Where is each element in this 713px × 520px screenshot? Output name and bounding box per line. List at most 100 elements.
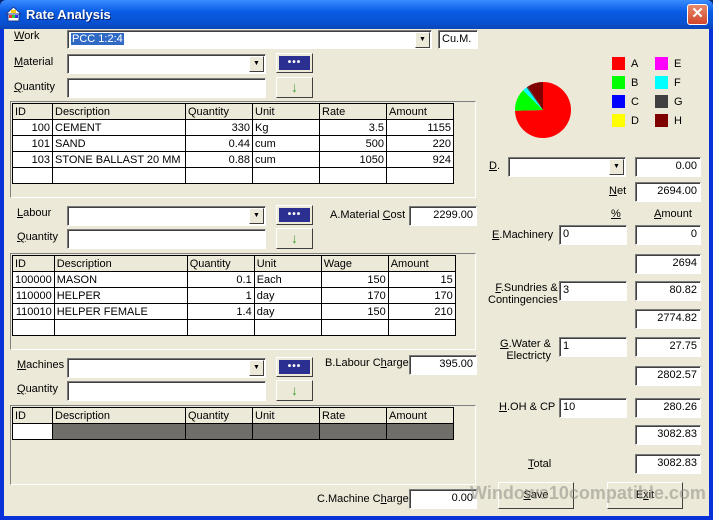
table-row[interactable]: 101 SAND 0.44 cum 500 220 xyxy=(12,135,454,152)
chevron-down-icon[interactable]: ▼ xyxy=(415,32,430,48)
table-cell[interactable]: 100000 xyxy=(12,271,55,288)
table-cell[interactable]: 1.4 xyxy=(186,303,255,320)
column-header[interactable]: Quantity xyxy=(186,255,255,272)
machines-quantity-input[interactable] xyxy=(67,381,266,401)
machinery-percent-input[interactable]: 0 xyxy=(559,225,627,245)
table-cell[interactable]: 1050 xyxy=(319,151,387,168)
table-cell[interactable]: 110000 xyxy=(12,287,55,304)
table-row[interactable]: 103 STONE BALLAST 20 MM 0.88 cum 1050 924 xyxy=(12,151,454,168)
column-header[interactable]: Quantity xyxy=(185,407,253,424)
chevron-down-icon[interactable]: ▼ xyxy=(609,159,624,175)
table-cell[interactable]: 110010 xyxy=(12,303,55,320)
table-cell[interactable]: 500 xyxy=(319,135,387,152)
column-header[interactable]: Description xyxy=(52,407,186,424)
machines-add-button[interactable]: ↓ xyxy=(276,380,313,401)
table-cell[interactable]: 210 xyxy=(387,303,456,320)
labour-browse-button[interactable]: ••• xyxy=(276,205,313,225)
table-cell[interactable] xyxy=(387,319,456,336)
water-percent-input[interactable]: 1 xyxy=(559,337,627,357)
table-cell[interactable]: SAND xyxy=(52,135,186,152)
material-quantity-input[interactable] xyxy=(67,78,266,98)
work-select[interactable]: PCC 1:2:4 ▼ xyxy=(67,30,432,49)
d-select[interactable]: ▼ xyxy=(508,157,626,177)
chevron-down-icon[interactable]: ▼ xyxy=(249,56,264,72)
table-cell[interactable] xyxy=(12,319,55,336)
table-cell[interactable]: 103 xyxy=(12,151,53,168)
table-cell[interactable] xyxy=(185,423,253,440)
table-cell[interactable]: 150 xyxy=(320,303,389,320)
chevron-down-icon[interactable]: ▼ xyxy=(249,208,264,224)
table-row[interactable]: 110010 HELPER FEMALE 1.4 day 150 210 xyxy=(12,303,456,320)
table-cell[interactable] xyxy=(185,167,253,184)
table-cell[interactable] xyxy=(320,319,389,336)
table-cell[interactable] xyxy=(186,319,255,336)
material-add-button[interactable]: ↓ xyxy=(276,77,313,98)
table-cell[interactable]: 1155 xyxy=(386,119,454,136)
labour-add-button[interactable]: ↓ xyxy=(276,228,313,249)
table-cell[interactable] xyxy=(252,423,320,440)
table-cell[interactable]: 100 xyxy=(12,119,53,136)
table-cell[interactable] xyxy=(319,423,387,440)
table-cell[interactable] xyxy=(52,167,186,184)
title-bar[interactable]: Rate Analysis ✕ xyxy=(0,0,713,29)
table-cell[interactable]: 15 xyxy=(387,271,456,288)
table-cell[interactable] xyxy=(252,167,320,184)
chevron-down-icon[interactable]: ▼ xyxy=(249,360,264,376)
table-cell[interactable]: cum xyxy=(252,135,320,152)
table-cell[interactable]: day xyxy=(253,287,322,304)
table-cell[interactable]: 150 xyxy=(320,271,389,288)
material-browse-button[interactable]: ••• xyxy=(276,53,313,73)
table-cell[interactable]: STONE BALLAST 20 MM xyxy=(52,151,186,168)
table-cell[interactable]: 0.1 xyxy=(186,271,255,288)
table-row[interactable]: 100 CEMENT 330 Kg 3.5 1155 xyxy=(12,119,454,136)
table-cell[interactable] xyxy=(12,167,53,184)
table-row[interactable] xyxy=(12,319,456,336)
table-cell[interactable]: CEMENT xyxy=(52,119,186,136)
column-header[interactable]: Unit xyxy=(253,255,322,272)
sundries-percent-input[interactable]: 3 xyxy=(559,281,627,301)
table-cell[interactable]: 170 xyxy=(320,287,389,304)
column-header[interactable]: Quantity xyxy=(185,103,253,120)
table-cell[interactable]: 0.44 xyxy=(185,135,253,152)
material-grid[interactable]: ID Description Quantity Unit Rate Amount 100 CE… xyxy=(10,101,476,198)
overhead-percent-input[interactable]: 10 xyxy=(559,398,627,418)
column-header[interactable]: Unit xyxy=(252,103,320,120)
table-cell[interactable]: HELPER FEMALE xyxy=(53,303,188,320)
column-header[interactable]: ID xyxy=(12,103,53,120)
table-cell[interactable]: cum xyxy=(252,151,320,168)
table-cell[interactable]: Each xyxy=(253,271,322,288)
table-cell[interactable]: 3.5 xyxy=(319,119,387,136)
table-cell[interactable]: HELPER xyxy=(53,287,188,304)
column-header[interactable]: Rate xyxy=(319,103,387,120)
column-header[interactable]: Amount xyxy=(386,407,454,424)
table-cell[interactable] xyxy=(53,319,188,336)
table-cell[interactable] xyxy=(52,423,186,440)
labour-select[interactable]: ▼ xyxy=(67,206,266,226)
table-cell[interactable]: 330 xyxy=(185,119,253,136)
table-row[interactable] xyxy=(12,423,454,440)
column-header[interactable]: Description xyxy=(53,255,188,272)
column-header[interactable]: Wage xyxy=(320,255,389,272)
labour-grid[interactable]: ID Description Quantity Unit Wage Amount 10000… xyxy=(10,253,476,350)
column-header[interactable]: Unit xyxy=(252,407,320,424)
table-cell[interactable]: MASON xyxy=(53,271,188,288)
table-cell[interactable]: 0.88 xyxy=(185,151,253,168)
table-cell[interactable]: 220 xyxy=(386,135,454,152)
close-button[interactable]: ✕ xyxy=(687,4,708,25)
column-header[interactable]: ID xyxy=(12,255,55,272)
column-header[interactable]: ID xyxy=(12,407,53,424)
table-cell[interactable]: 924 xyxy=(386,151,454,168)
table-row[interactable]: 100000 MASON 0.1 Each 150 15 xyxy=(12,271,456,288)
table-row[interactable] xyxy=(12,167,454,184)
machines-grid[interactable]: ID Description Quantity Unit Rate Amount xyxy=(10,405,476,485)
column-header[interactable]: Amount xyxy=(386,103,454,120)
table-cell[interactable] xyxy=(386,423,454,440)
column-header[interactable]: Rate xyxy=(319,407,387,424)
table-cell[interactable]: day xyxy=(253,303,322,320)
table-cell[interactable] xyxy=(12,423,53,440)
table-cell[interactable] xyxy=(253,319,322,336)
labour-quantity-input[interactable] xyxy=(67,229,266,249)
table-cell[interactable]: 170 xyxy=(387,287,456,304)
table-cell[interactable]: Kg xyxy=(252,119,320,136)
table-row[interactable]: 110000 HELPER 1 day 170 170 xyxy=(12,287,456,304)
